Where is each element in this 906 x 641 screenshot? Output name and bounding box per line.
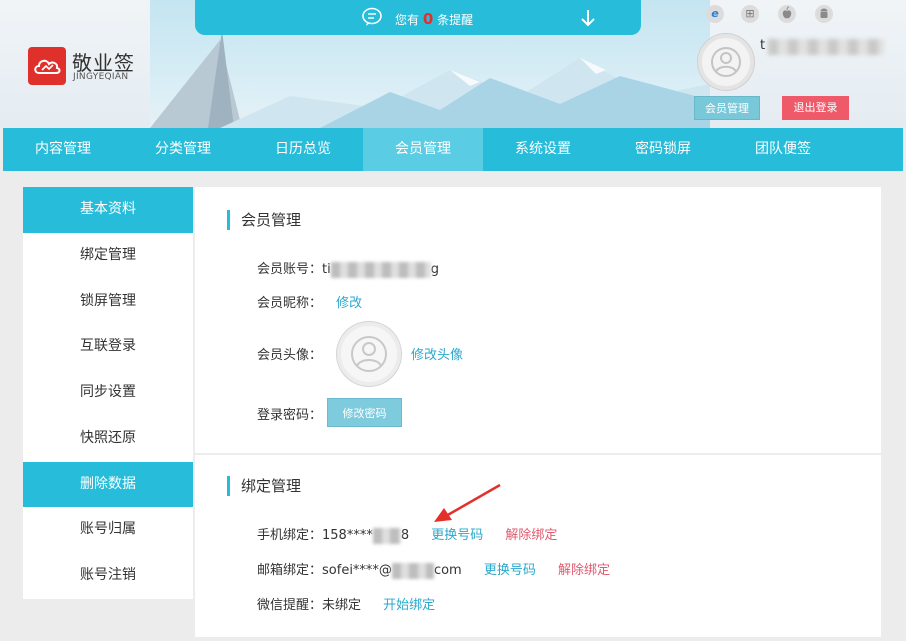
account-value-start: ti: [322, 262, 331, 277]
cloud-logo-icon: [34, 59, 61, 74]
sidebar: 基本资料 绑定管理 锁屏管理 互联登录 同步设置 快照还原 删除数据 账号归属 …: [23, 187, 193, 599]
username-redacted: [768, 39, 884, 55]
start-binding-link[interactable]: 开始绑定: [383, 598, 435, 613]
ie-icon[interactable]: e: [706, 5, 724, 23]
password-label: 登录密码：: [257, 408, 323, 423]
edit-avatar-link[interactable]: 修改头像: [411, 344, 463, 363]
email-redacted: [391, 562, 434, 579]
sidebar-item-cancel-account[interactable]: 账号注销: [23, 553, 193, 599]
notification-suffix: 条提醒: [437, 13, 474, 27]
phone-redacted: [372, 527, 401, 544]
nav-settings[interactable]: 系统设置: [483, 128, 603, 171]
phone-label: 手机绑定：: [257, 528, 323, 543]
email-value-start: sofei****@: [322, 563, 392, 578]
account-row: 会员账号：ti g: [257, 258, 439, 278]
sidebar-item-basic-info[interactable]: 基本资料: [23, 187, 193, 233]
phone-row: 手机绑定：158**** 8 更换号码 解除绑定: [257, 524, 557, 544]
email-row: 邮箱绑定：sofei****@ com 更换号码 解除绑定: [257, 559, 610, 579]
wechat-row: 微信提醒：未绑定 开始绑定: [257, 594, 435, 613]
account-redacted: [330, 261, 431, 278]
header: 敬业签 JINGYEQIAN 您有 0 条提醒 e ⊞ t 会员管理 退出登录: [0, 0, 906, 128]
email-value-end: com: [433, 563, 462, 578]
user-icon: [711, 47, 741, 77]
member-manage-button[interactable]: 会员管理: [694, 96, 760, 120]
section-title: 绑定管理: [227, 476, 301, 496]
logout-button[interactable]: 退出登录: [782, 96, 849, 120]
logo[interactable]: [28, 47, 66, 85]
account-value-end: g: [430, 262, 439, 277]
phone-value-end: 8: [400, 528, 410, 543]
sidebar-item-snapshot[interactable]: 快照还原: [23, 416, 193, 462]
nav-lockscreen[interactable]: 密码锁屏: [603, 128, 723, 171]
email-label: 邮箱绑定：: [257, 563, 323, 578]
notification-text: 您有 0 条提醒: [395, 10, 473, 28]
user-icon: [351, 336, 387, 372]
nav-member[interactable]: 会员管理: [363, 128, 483, 171]
change-password-button[interactable]: 修改密码: [327, 398, 402, 427]
unbind-email-link[interactable]: 解除绑定: [558, 563, 610, 578]
nav-category[interactable]: 分类管理: [123, 128, 243, 171]
sidebar-item-sync[interactable]: 同步设置: [23, 370, 193, 416]
sidebar-item-binding[interactable]: 绑定管理: [23, 233, 193, 279]
member-panel: 会员管理 会员账号：ti g 会员昵称： 修改 会员头像： 修改头像 登录密码： …: [195, 187, 881, 453]
change-phone-link[interactable]: 更换号码: [431, 528, 483, 543]
sidebar-item-linked-login[interactable]: 互联登录: [23, 324, 193, 370]
nav-calendar[interactable]: 日历总览: [243, 128, 363, 171]
wechat-status: 未绑定: [322, 598, 362, 613]
binding-panel: 绑定管理 手机绑定：158**** 8 更换号码 解除绑定 邮箱绑定：sofei*…: [195, 455, 881, 637]
notification-bar[interactable]: 您有 0 条提醒: [195, 0, 641, 35]
annotation-arrow-icon: [434, 483, 501, 522]
account-label: 会员账号：: [257, 262, 323, 277]
nav-content[interactable]: 内容管理: [3, 128, 123, 171]
nickname-label: 会员昵称：: [257, 296, 323, 311]
avatar-label: 会员头像：: [257, 348, 323, 363]
section-title: 会员管理: [227, 210, 301, 230]
member-avatar[interactable]: [337, 322, 401, 386]
brand-subtitle: JINGYEQIAN: [73, 72, 129, 82]
phone-value-start: 158****: [322, 528, 373, 543]
apple-icon[interactable]: [778, 5, 796, 23]
username: t: [760, 38, 766, 53]
unbind-phone-link[interactable]: 解除绑定: [505, 528, 557, 543]
sidebar-item-ownership[interactable]: 账号归属: [23, 507, 193, 553]
wechat-label: 微信提醒：: [257, 598, 323, 613]
android-icon[interactable]: [815, 5, 833, 23]
main-nav: 内容管理 分类管理 日历总览 会员管理 系统设置 密码锁屏 团队便签: [3, 128, 903, 171]
arrow-down-icon[interactable]: [581, 9, 595, 27]
change-email-link[interactable]: 更换号码: [484, 563, 536, 578]
message-bubble-icon: [362, 7, 382, 26]
windows-icon[interactable]: ⊞: [741, 5, 759, 23]
notification-prefix: 您有: [395, 13, 420, 27]
user-avatar[interactable]: [698, 34, 754, 90]
nickname-row: 会员昵称： 修改: [257, 292, 362, 311]
notification-count: 0: [422, 10, 434, 28]
sidebar-item-delete-data[interactable]: 删除数据: [23, 461, 193, 508]
sidebar-item-lockscreen[interactable]: 锁屏管理: [23, 279, 193, 325]
edit-nickname-link[interactable]: 修改: [336, 296, 362, 311]
nav-team-notes[interactable]: 团队便签: [723, 128, 843, 171]
